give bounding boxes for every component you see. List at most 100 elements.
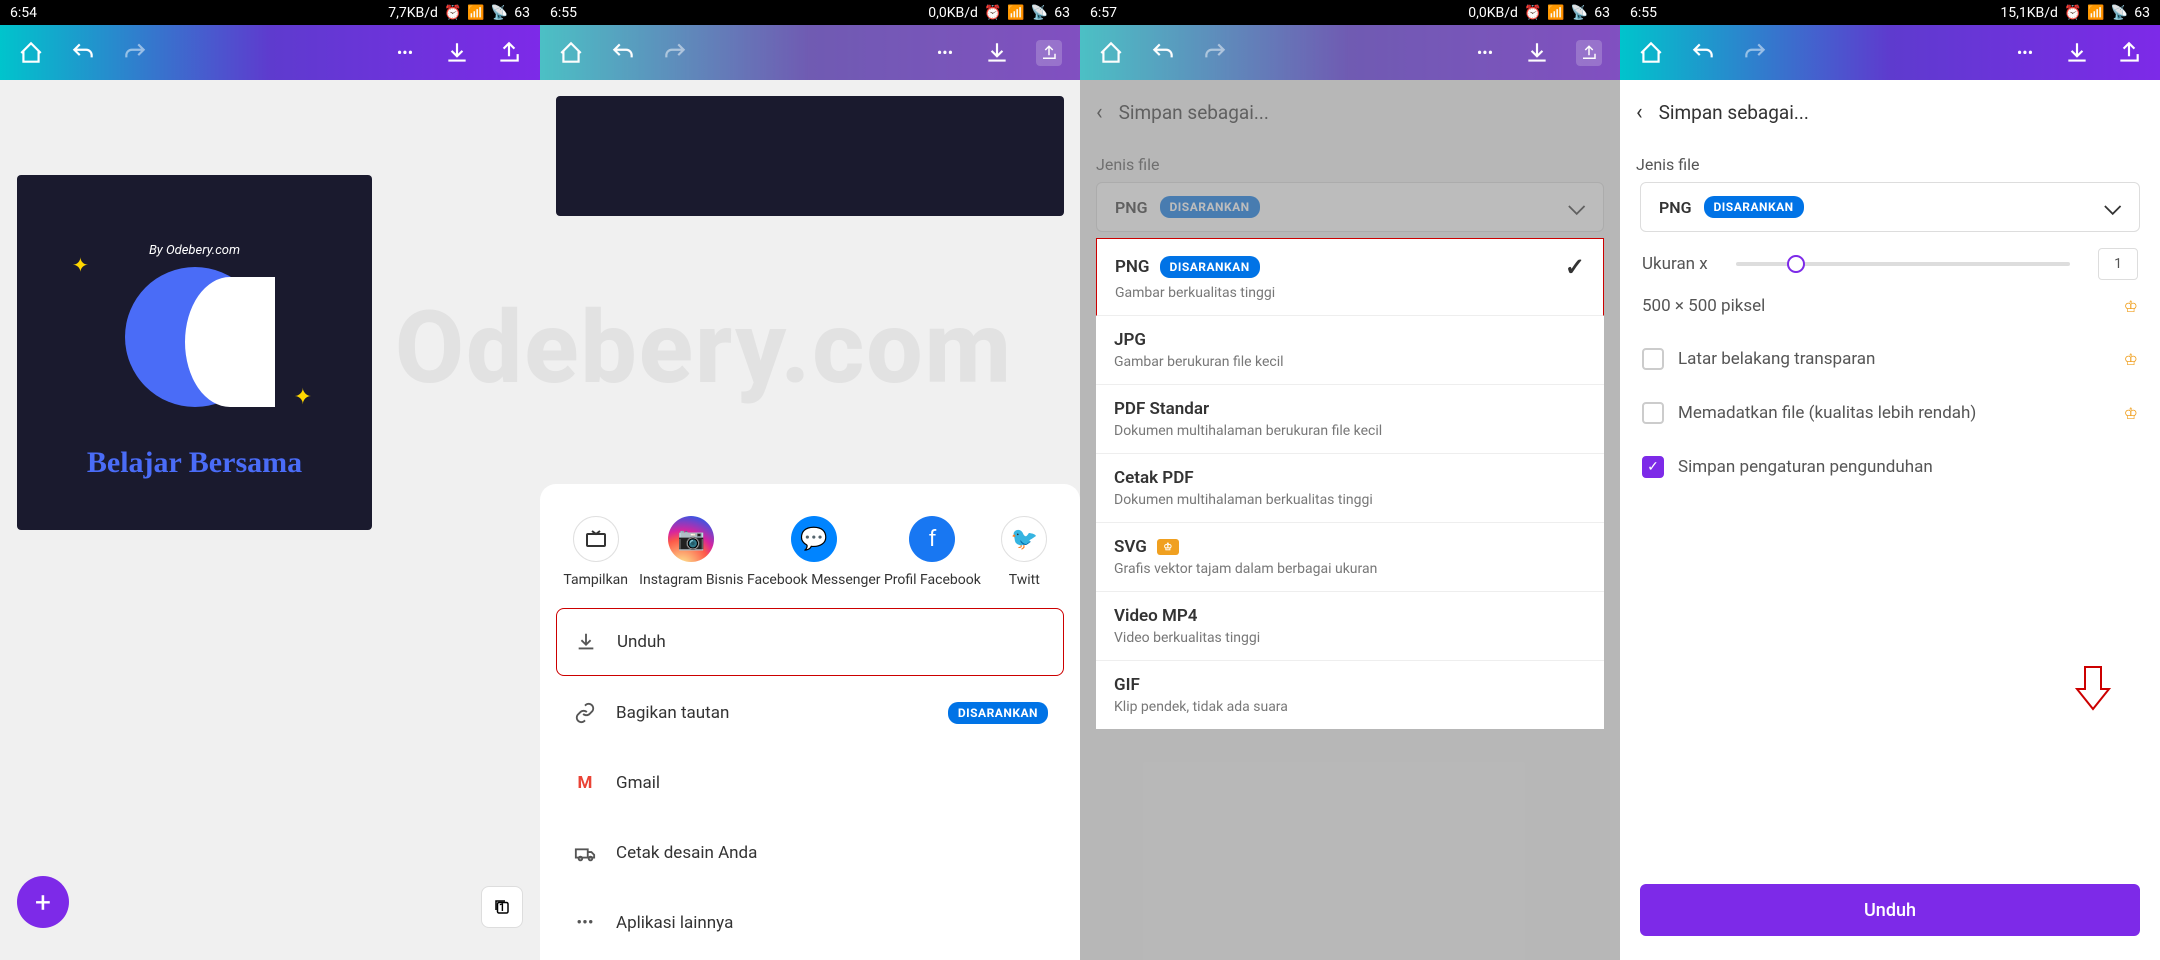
canvas-area[interactable]: By Odebery.com ✦ ✦ Belajar Bersama + 1 bbox=[0, 80, 540, 960]
battery-icon: 63 bbox=[514, 5, 530, 21]
download-icon[interactable] bbox=[2064, 40, 2090, 66]
signal-icon: 📶 bbox=[1007, 5, 1024, 21]
design-title: Belajar Bersama bbox=[17, 446, 372, 480]
option-cetak-pdf[interactable]: Cetak PDF Dokumen multihalaman berkualit… bbox=[1096, 454, 1604, 523]
status-time: 6:57 bbox=[1090, 5, 1117, 21]
wifi-icon: 📡 bbox=[491, 5, 508, 21]
share-icon[interactable] bbox=[2116, 40, 2142, 66]
status-bar: 6:55 0,0KB/d ⏰ 📶 📡 63 bbox=[540, 0, 1080, 25]
checkbox-transparan[interactable] bbox=[1642, 348, 1664, 370]
annotation-arrow-icon bbox=[2073, 665, 2113, 711]
menu-gmail[interactable]: M Gmail bbox=[556, 750, 1064, 816]
status-speed: 0,0KB/d bbox=[928, 5, 978, 21]
share-icon[interactable] bbox=[496, 40, 522, 66]
transparan-row[interactable]: Latar belakang transparan ♔ bbox=[1620, 332, 2160, 386]
design-preview-partial bbox=[556, 96, 1064, 216]
option-pdf-standar[interactable]: PDF Standar Dokumen multihalaman berukur… bbox=[1096, 385, 1604, 454]
top-bar: ••• bbox=[540, 25, 1080, 80]
signal-icon: 📶 bbox=[2087, 5, 2104, 21]
size-value[interactable]: 1 bbox=[2098, 248, 2138, 280]
status-bar: 6:57 0,0KB/d ⏰ 📶 📡 63 bbox=[1080, 0, 1620, 25]
link-icon bbox=[572, 700, 598, 726]
signal-icon: 📶 bbox=[1547, 5, 1564, 21]
simpan-pengaturan-row[interactable]: ✓ Simpan pengaturan pengunduhan bbox=[1620, 440, 2160, 494]
checkbox-memadatkan[interactable] bbox=[1642, 402, 1664, 424]
chevron-down-icon: ⌵ bbox=[2104, 195, 2121, 220]
panel-share-sheet: 6:55 0,0KB/d ⏰ 📶 📡 63 ••• Tampilkan 📷Ins… bbox=[540, 0, 1080, 960]
header-save-as[interactable]: ‹ Simpan sebagai... bbox=[1620, 80, 2160, 145]
filetype-dropdown: PNGDISARANKAN✓ Gambar berkualitas tinggi… bbox=[1096, 238, 1604, 729]
home-icon bbox=[558, 40, 584, 66]
option-gif[interactable]: GIF Klip pendek, tidak ada suara bbox=[1096, 661, 1604, 729]
battery-icon: 63 bbox=[1054, 5, 1070, 21]
back-icon[interactable]: ‹ bbox=[1636, 100, 1643, 125]
alarm-icon: ⏰ bbox=[2064, 5, 2081, 21]
battery-icon: 63 bbox=[2134, 5, 2150, 21]
filetype-select[interactable]: PNG DISARANKAN ⌵ bbox=[1640, 182, 2140, 232]
more-icon: ••• bbox=[1472, 40, 1498, 66]
status-bar: 6:54 7,7KB/d ⏰ 📶 📡 63 bbox=[0, 0, 540, 25]
battery-icon: 63 bbox=[1594, 5, 1610, 21]
wifi-icon: 📡 bbox=[1571, 5, 1588, 21]
menu-lainnya[interactable]: ••• Aplikasi lainnya bbox=[556, 890, 1064, 956]
status-time: 6:55 bbox=[550, 5, 577, 21]
truck-icon bbox=[572, 840, 598, 866]
ukuran-row: Ukuran x 1 bbox=[1620, 232, 2160, 296]
panel-download-settings: 6:55 15,1KB/d ⏰ 📶 📡 63 ••• ‹ Simpan seba… bbox=[1620, 0, 2160, 960]
memadatkan-row[interactable]: Memadatkan file (kualitas lebih rendah) … bbox=[1620, 386, 2160, 440]
download-icon bbox=[984, 40, 1010, 66]
alarm-icon: ⏰ bbox=[984, 5, 1001, 21]
size-slider[interactable] bbox=[1736, 262, 2070, 266]
checkbox-simpan[interactable]: ✓ bbox=[1642, 456, 1664, 478]
home-icon bbox=[1098, 40, 1124, 66]
wifi-icon: 📡 bbox=[1031, 5, 1048, 21]
status-time: 6:54 bbox=[10, 5, 37, 21]
menu-unduh[interactable]: Unduh bbox=[556, 608, 1064, 676]
home-icon[interactable] bbox=[1638, 40, 1664, 66]
share-instagram[interactable]: 📷Instagram Bisnis bbox=[639, 516, 743, 588]
design-preview[interactable]: By Odebery.com ✦ ✦ Belajar Bersama bbox=[17, 175, 372, 530]
more-icon[interactable]: ••• bbox=[2012, 40, 2038, 66]
undo-icon[interactable] bbox=[1690, 40, 1716, 66]
share-twitter[interactable]: 🐦Twitt bbox=[984, 516, 1064, 588]
undo-icon bbox=[1150, 40, 1176, 66]
panel-filetype-dropdown: 6:57 0,0KB/d ⏰ 📶 📡 63 ••• ‹ Simpan sebag… bbox=[1080, 0, 1620, 960]
sparkle-icon: ✦ bbox=[72, 253, 89, 277]
share-facebook[interactable]: fProfil Facebook bbox=[884, 516, 981, 588]
moon-graphic bbox=[125, 267, 265, 407]
top-bar: ••• bbox=[1080, 25, 1620, 80]
home-icon[interactable] bbox=[18, 40, 44, 66]
option-mp4[interactable]: Video MP4 Video berkualitas tinggi bbox=[1096, 592, 1604, 661]
option-jpg[interactable]: JPG Gambar berukuran file kecil bbox=[1096, 316, 1604, 385]
more-icon: ••• bbox=[932, 40, 958, 66]
pages-button[interactable]: 1 bbox=[481, 886, 523, 928]
redo-icon[interactable] bbox=[122, 40, 148, 66]
status-speed: 7,7KB/d bbox=[388, 5, 438, 21]
option-svg[interactable]: SVG♔ Grafis vektor tajam dalam berbagai … bbox=[1096, 523, 1604, 592]
top-bar: ••• bbox=[0, 25, 540, 80]
add-button[interactable]: + bbox=[17, 876, 69, 928]
jenis-file-label: Jenis file bbox=[1620, 145, 2160, 182]
more-icon[interactable]: ••• bbox=[392, 40, 418, 66]
disarankan-badge: DISARANKAN bbox=[948, 702, 1048, 724]
design-byline: By Odebery.com bbox=[17, 243, 372, 258]
redo-icon[interactable] bbox=[1742, 40, 1768, 66]
disarankan-badge: DISARANKAN bbox=[1704, 196, 1804, 218]
piksel-row: 500 × 500 piksel ♔ bbox=[1620, 296, 2160, 332]
share-messenger[interactable]: 💬Facebook Messenger bbox=[747, 516, 881, 588]
redo-icon bbox=[662, 40, 688, 66]
sparkle-icon: ✦ bbox=[294, 385, 312, 410]
undo-icon[interactable] bbox=[70, 40, 96, 66]
alarm-icon: ⏰ bbox=[1524, 5, 1541, 21]
share-tampilkan[interactable]: Tampilkan bbox=[556, 516, 636, 588]
download-icon[interactable] bbox=[444, 40, 470, 66]
menu-bagikan[interactable]: Bagikan tautan DISARANKAN bbox=[556, 680, 1064, 746]
option-png[interactable]: PNGDISARANKAN✓ Gambar berkualitas tinggi bbox=[1096, 238, 1604, 316]
save-as-panel: ‹ Simpan sebagai... Jenis file PNG DISAR… bbox=[1080, 80, 1620, 960]
menu-cetak[interactable]: Cetak desain Anda bbox=[556, 820, 1064, 886]
gmail-icon: M bbox=[572, 770, 598, 796]
status-time: 6:55 bbox=[1630, 5, 1657, 21]
download-icon bbox=[1524, 40, 1550, 66]
download-icon bbox=[573, 629, 599, 655]
unduh-button[interactable]: Unduh bbox=[1640, 884, 2140, 936]
